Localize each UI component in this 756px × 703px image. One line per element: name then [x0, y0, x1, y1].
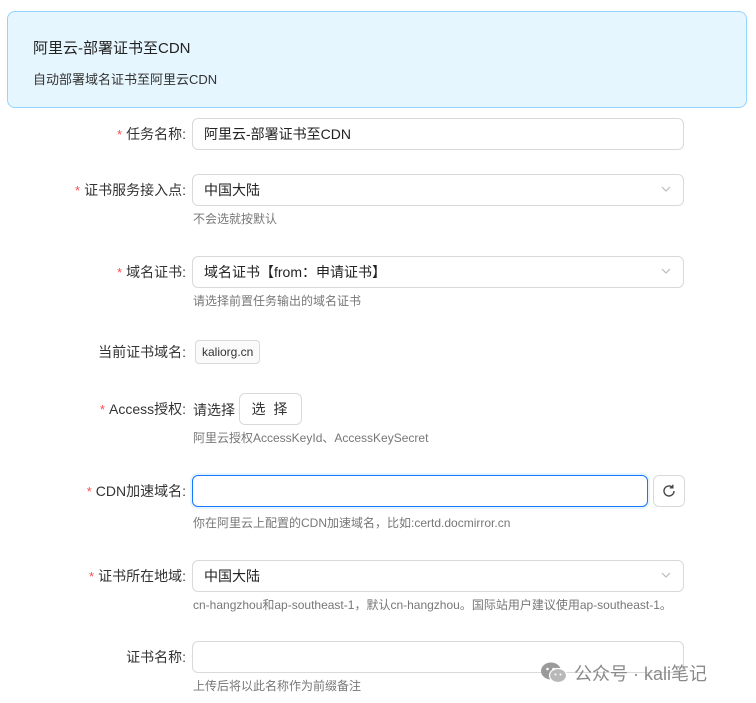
access-label: * Access授权:: [99, 401, 186, 417]
domain-cert-label: * 域名证书:: [117, 264, 186, 280]
access-help: 阿里云授权AccessKeyId、AccessKeySecret: [193, 431, 429, 445]
domain-cert-help: 请选择前置任务输出的域名证书: [193, 294, 362, 308]
access-status-text: 请选择: [193, 402, 235, 418]
cdn-domain-input[interactable]: [192, 475, 648, 507]
wechat-icon: [541, 662, 568, 684]
task-name-label: * 任务名称:: [117, 126, 186, 142]
chevron-down-icon: [661, 268, 671, 274]
current-domain-label: 当前证书域名:: [98, 344, 186, 360]
chevron-down-icon: [661, 186, 671, 192]
select-access-button[interactable]: 选 择: [239, 393, 302, 425]
banner-title: 阿里云-部署证书至CDN: [33, 40, 191, 57]
endpoint-help: 不会选就按默认: [193, 212, 278, 226]
chevron-down-icon: [661, 572, 671, 578]
cert-region-label: * 证书所在地域:: [89, 568, 186, 584]
task-banner: 阿里云-部署证书至CDN 自动部署域名证书至阿里云CDN: [7, 11, 747, 108]
refresh-button[interactable]: [653, 475, 685, 507]
cert-region-select[interactable]: 中国大陆: [192, 560, 684, 592]
cert-region-help: cn-hangzhou和ap-southeast-1，默认cn-hangzhou…: [193, 598, 672, 612]
cert-name-label: 证书名称:: [126, 649, 186, 665]
cert-name-help: 上传后将以此名称作为前缀备注: [193, 679, 362, 693]
endpoint-label: * 证书服务接入点:: [75, 182, 186, 198]
cdn-domain-help: 你在阿里云上配置的CDN加速域名，比如:certd.docmirror.cn: [193, 516, 511, 530]
task-name-input[interactable]: 阿里云-部署证书至CDN: [192, 118, 684, 150]
cdn-domain-label: * CDN加速域名:: [86, 483, 186, 499]
watermark: 公众号 · kali笔记: [540, 658, 707, 688]
watermark-text: 公众号 · kali笔记: [574, 664, 708, 684]
current-domain-tag: kaliorg.cn: [195, 340, 261, 364]
domain-cert-select[interactable]: 域名证书【from：申请证书】: [192, 256, 684, 288]
banner-description: 自动部署域名证书至阿里云CDN: [33, 72, 218, 87]
refresh-icon: [663, 484, 675, 497]
endpoint-select[interactable]: 中国大陆: [192, 174, 684, 206]
